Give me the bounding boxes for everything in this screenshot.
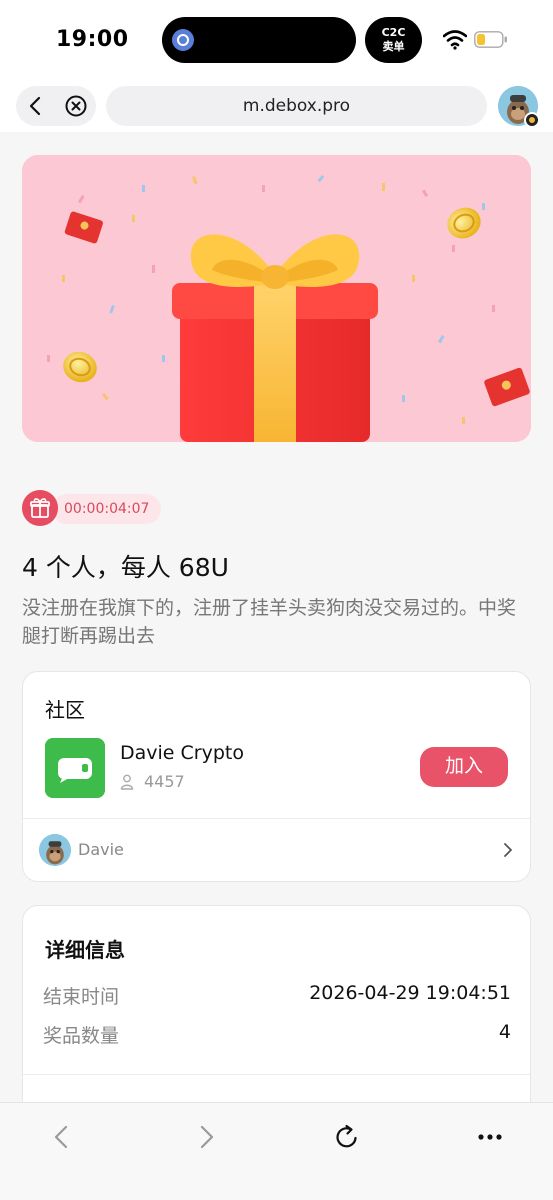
- browser-url-bar: m.debox.pro: [0, 80, 553, 132]
- owner-avatar: [39, 834, 71, 866]
- close-circle-icon[interactable]: [64, 94, 88, 118]
- back-arrow-icon[interactable]: [24, 94, 48, 118]
- c2c-label: C2C: [381, 26, 406, 39]
- prize-count-label: 奖品数量: [43, 1025, 120, 1047]
- group-name[interactable]: Davie Crypto: [120, 742, 244, 764]
- browser-nav-pill: [16, 86, 96, 126]
- avatar-badge-icon: [524, 112, 540, 128]
- member-count: 4457: [144, 772, 185, 791]
- c2c-sub-label: 卖单: [382, 40, 405, 53]
- status-bar: 19:00 C2C 卖单: [0, 0, 553, 80]
- community-owner-row[interactable]: Davie: [39, 834, 516, 868]
- countdown-timer: 00:00:04:07: [52, 494, 162, 524]
- browser-toolbar: [0, 1102, 553, 1200]
- detail-row-end-time: 结束时间 2026-04-29 19:04:51: [43, 982, 511, 1010]
- dynamic-island: [162, 17, 356, 63]
- join-button[interactable]: 加入: [420, 747, 508, 787]
- back-icon[interactable]: [48, 1123, 76, 1151]
- battery-icon: [474, 31, 507, 48]
- chevron-right-icon: [504, 843, 512, 857]
- detail-row-prize-count: 奖品数量 4: [43, 1021, 511, 1049]
- community-card: 社区 Davie Crypto 4457 加入 Davie: [22, 671, 531, 882]
- giveaway-description: 没注册在我旗下的，注册了挂羊头卖狗肉没交易过的。中奖腿打断再踢出去: [22, 597, 517, 647]
- forward-icon[interactable]: [192, 1123, 220, 1151]
- app-indicator-icon: [172, 29, 194, 51]
- refresh-icon[interactable]: [333, 1123, 361, 1151]
- gift-box: [172, 234, 378, 442]
- community-section-title: 社区: [45, 698, 85, 722]
- group-chat-icon[interactable]: [45, 738, 105, 798]
- profile-avatar[interactable]: [498, 86, 540, 128]
- details-section-title: 详细信息: [45, 938, 125, 962]
- end-time-label: 结束时间: [43, 986, 120, 1008]
- prize-count-value: 4: [498, 1021, 511, 1043]
- url-field[interactable]: m.debox.pro: [106, 86, 487, 126]
- giveaway-banner: [22, 155, 531, 442]
- status-time: 19:00: [56, 27, 129, 52]
- ape-avatar-icon: [39, 834, 71, 866]
- person-icon: [120, 774, 134, 790]
- wifi-icon: [443, 30, 467, 50]
- card-divider: [23, 818, 530, 819]
- card-divider: [23, 1074, 530, 1075]
- end-time-value: 2026-04-29 19:04:51: [309, 982, 511, 1004]
- owner-name: Davie: [78, 840, 124, 859]
- giveaway-title: 4 个人，每人 68U: [22, 553, 229, 582]
- gift-icon: [22, 490, 58, 526]
- c2c-sell-indicator[interactable]: C2C 卖单: [365, 17, 422, 63]
- gift-illustration: [22, 155, 531, 442]
- more-icon[interactable]: [476, 1123, 504, 1151]
